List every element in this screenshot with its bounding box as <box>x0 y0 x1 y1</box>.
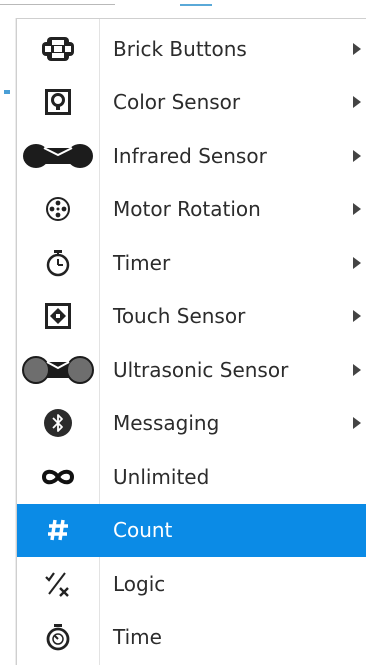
submenu-arrow-icon <box>353 96 361 109</box>
submenu-arrow-icon <box>353 417 361 430</box>
color-sensor-icon <box>17 76 99 130</box>
ultrasonic-sensor-icon <box>17 343 99 397</box>
wait-mode-menu: Brick Buttons Color Sensor Infrared Sens… <box>16 18 366 665</box>
motor-rotation-icon <box>17 183 99 237</box>
menu-item-label: Timer <box>113 250 171 275</box>
menu-item-label: Unlimited <box>113 464 210 489</box>
menu-item-label: Messaging <box>113 411 220 436</box>
background-accent-edge <box>180 0 212 6</box>
menu-item-color-sensor[interactable]: Color Sensor <box>17 76 366 130</box>
infrared-sensor-icon <box>17 129 99 183</box>
touch-sensor-icon <box>17 290 99 344</box>
background-wire-fragment <box>4 90 10 94</box>
menu-item-label: Time <box>113 625 162 650</box>
menu-item-label: Infrared Sensor <box>113 143 267 168</box>
menu-item-motor-rotation[interactable]: Motor Rotation <box>17 183 366 237</box>
time-icon <box>17 611 99 665</box>
brick-buttons-icon <box>17 22 99 76</box>
menu-item-brick-buttons[interactable]: Brick Buttons <box>17 22 366 76</box>
hash-icon <box>17 504 99 558</box>
menu-item-ultrasonic-sensor[interactable]: Ultrasonic Sensor <box>17 343 366 397</box>
menu-item-label: Motor Rotation <box>113 197 261 222</box>
submenu-arrow-icon <box>353 42 361 55</box>
submenu-arrow-icon <box>353 363 361 376</box>
infinity-icon <box>17 450 99 504</box>
menu-item-touch-sensor[interactable]: Touch Sensor <box>17 290 366 344</box>
menu-item-label: Touch Sensor <box>113 304 246 329</box>
menu-item-count[interactable]: Count <box>17 503 366 558</box>
bluetooth-icon <box>17 397 99 451</box>
submenu-arrow-icon <box>353 256 361 269</box>
menu-item-infrared-sensor[interactable]: Infrared Sensor <box>17 129 366 183</box>
submenu-arrow-icon <box>353 203 361 216</box>
menu-item-label: Count <box>113 518 173 543</box>
logic-icon <box>17 557 99 611</box>
menu-item-timer[interactable]: Timer <box>17 236 366 290</box>
menu-item-messaging[interactable]: Messaging <box>17 397 366 451</box>
menu-item-label: Color Sensor <box>113 90 241 115</box>
menu-item-time[interactable]: Time <box>17 611 366 665</box>
submenu-arrow-icon <box>353 310 361 323</box>
menu-item-label: Logic <box>113 571 166 596</box>
menu-item-label: Ultrasonic Sensor <box>113 357 289 382</box>
background-toolbar-edge <box>0 0 115 5</box>
menu-item-logic[interactable]: Logic <box>17 557 366 611</box>
timer-icon <box>17 236 99 290</box>
menu-item-unlimited[interactable]: Unlimited <box>17 450 366 504</box>
menu-item-label: Brick Buttons <box>113 36 247 61</box>
submenu-arrow-icon <box>353 149 361 162</box>
